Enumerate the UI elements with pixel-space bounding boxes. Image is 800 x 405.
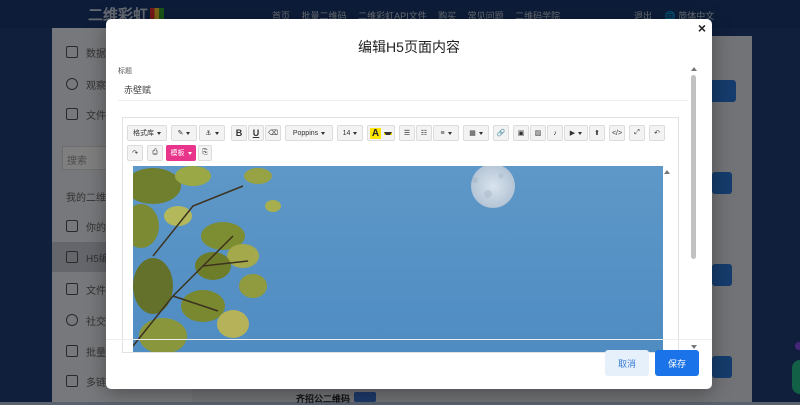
magic-wand-icon[interactable]: ✎ bbox=[171, 125, 197, 141]
fullscreen-icon[interactable]: ⤢ bbox=[629, 125, 645, 141]
title-input[interactable] bbox=[118, 79, 688, 101]
modal-body: 标题 格式库 ✎ ⚓ B U ⌫ Poppins 14 A ☰ ☷ ≡ ▦ 🔗 … bbox=[106, 63, 712, 353]
rich-text-editor: 格式库 ✎ ⚓ B U ⌫ Poppins 14 A ☰ ☷ ≡ ▦ 🔗 ▣ ▨… bbox=[122, 117, 679, 353]
numbered-list-icon[interactable]: ☷ bbox=[416, 125, 432, 141]
scrollbar-thumb[interactable] bbox=[691, 75, 696, 259]
gallery-icon[interactable]: ▣ bbox=[513, 125, 529, 141]
video-icon[interactable]: ▶ bbox=[564, 125, 588, 141]
redo-icon[interactable]: ↷ bbox=[127, 145, 143, 161]
template-dropdown[interactable]: 模板 bbox=[166, 145, 196, 161]
text-color-icon[interactable]: A bbox=[367, 125, 395, 141]
align-icon[interactable]: ≡ bbox=[433, 125, 459, 141]
scroll-up-icon[interactable] bbox=[691, 67, 697, 71]
modal-title: 编辑H5页面内容 bbox=[358, 39, 460, 55]
editor-scrollbar[interactable] bbox=[663, 166, 673, 352]
print-icon[interactable]: ⎙ bbox=[147, 145, 163, 161]
scroll-up-icon[interactable] bbox=[664, 170, 670, 174]
font-family-dropdown[interactable]: Poppins bbox=[285, 125, 333, 141]
eraser-icon[interactable]: ⌫ bbox=[265, 125, 281, 141]
code-view-icon[interactable]: </> bbox=[609, 125, 625, 141]
link-icon[interactable]: 🔗 bbox=[493, 125, 509, 141]
styles-dropdown[interactable]: 格式库 bbox=[127, 125, 167, 141]
editor-content-area[interactable] bbox=[133, 166, 673, 352]
font-size-dropdown[interactable]: 14 bbox=[337, 125, 363, 141]
bullet-list-icon[interactable]: ☰ bbox=[399, 125, 415, 141]
modal-scrollbar[interactable] bbox=[689, 65, 699, 351]
upload-icon[interactable]: ⬆ bbox=[589, 125, 605, 141]
undo-icon[interactable]: ↶ bbox=[649, 125, 665, 141]
anchor-icon[interactable]: ⚓ bbox=[199, 125, 225, 141]
table-icon[interactable]: ▦ bbox=[463, 125, 489, 141]
underline-icon[interactable]: U bbox=[248, 125, 264, 141]
cancel-button[interactable]: 取消 bbox=[605, 350, 649, 376]
audio-icon[interactable]: ♪ bbox=[547, 125, 563, 141]
modal-footer: 取消 保存 bbox=[106, 339, 712, 389]
content-image bbox=[133, 166, 663, 352]
close-icon[interactable]: × bbox=[695, 21, 709, 35]
bold-icon[interactable]: B bbox=[231, 125, 247, 141]
save-button[interactable]: 保存 bbox=[655, 350, 699, 376]
title-field-label: 标题 bbox=[118, 68, 132, 75]
edit-h5-modal: 编辑H5页面内容 × 标题 格式库 ✎ ⚓ B U ⌫ Poppins 14 A… bbox=[106, 19, 712, 389]
save-template-icon[interactable]: ⎘ bbox=[198, 145, 212, 161]
image-icon[interactable]: ▨ bbox=[530, 125, 546, 141]
